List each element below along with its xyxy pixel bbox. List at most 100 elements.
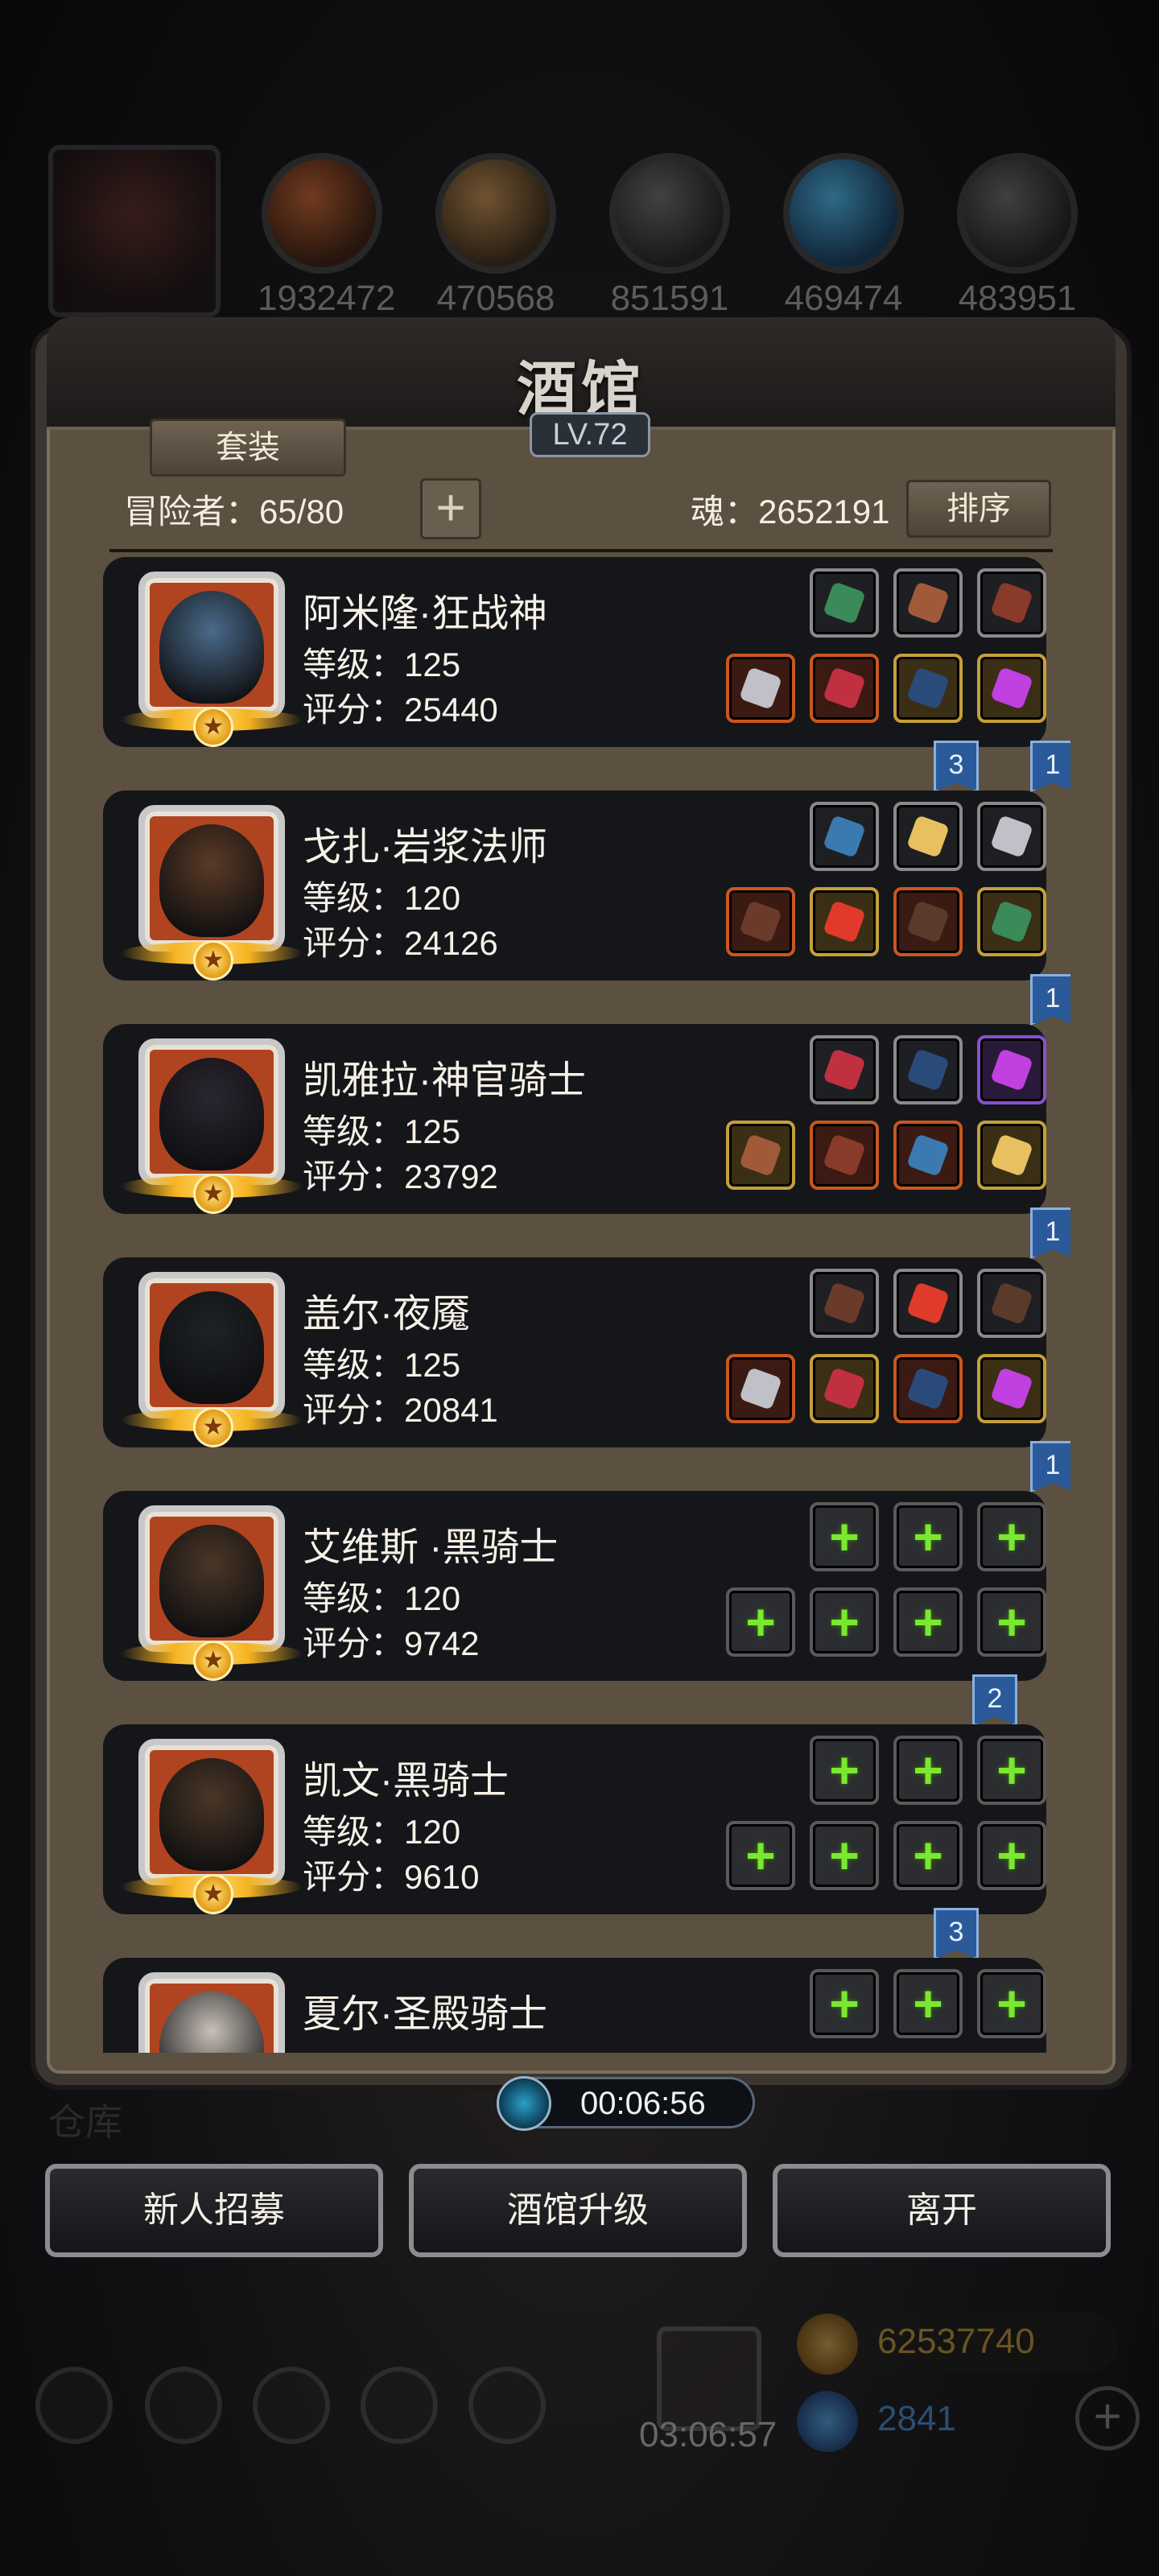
hero-portrait[interactable]: ★ [121, 1272, 303, 1447]
upgrade-tavern-button[interactable]: 酒馆升级 [409, 2164, 747, 2257]
hero-portrait[interactable]: ★ [138, 1972, 285, 2053]
hero-row[interactable]: ★ 凯雅拉·神官骑士 等级：125 评分：23792 [103, 1024, 1046, 1214]
hero-row[interactable]: ★ 夏尔·圣殿骑士 + + + [103, 1958, 1046, 2053]
empty-slot[interactable]: + [810, 1736, 879, 1805]
empty-slot[interactable]: + [810, 1821, 879, 1890]
equipment-slot[interactable] [893, 1121, 963, 1190]
empty-slot[interactable]: + [977, 1736, 1046, 1805]
empty-slot[interactable]: + [977, 1587, 1046, 1657]
count-ribbon-tag: 1 [1030, 1441, 1070, 1492]
chest-icon[interactable] [468, 2367, 546, 2444]
hero-level: 等级：120 [303, 1813, 461, 1851]
equipment-slot[interactable] [977, 654, 1046, 723]
item-icon [823, 1367, 866, 1410]
equipment-slot[interactable] [977, 568, 1046, 638]
item-icon [990, 1133, 1033, 1177]
equipment-slot[interactable] [810, 1121, 879, 1190]
item-icon [739, 1133, 782, 1177]
equipment-slot[interactable] [726, 887, 795, 956]
equipment-slot[interactable] [810, 568, 879, 638]
equipment-slot[interactable] [893, 887, 963, 956]
empty-slot[interactable]: + [810, 1502, 879, 1571]
hero-row[interactable]: ★ 戈扎·岩浆法师 等级：120 评分：24126 [103, 791, 1046, 980]
leave-button[interactable]: 离开 [773, 2164, 1111, 2257]
item-icon [990, 1282, 1033, 1325]
item-icon [906, 815, 950, 858]
hero-portrait[interactable]: ★ [121, 572, 303, 747]
equipment-slot[interactable] [977, 887, 1046, 956]
suit-button[interactable]: 套装 [150, 419, 346, 477]
hero-portrait[interactable]: ★ [121, 1739, 303, 1914]
empty-slot[interactable]: + [893, 1736, 963, 1805]
settings-icon[interactable] [35, 2367, 113, 2444]
equipment-slot[interactable] [893, 1269, 963, 1338]
mail-icon[interactable] [361, 2367, 438, 2444]
add-equipment-icon: + [996, 1741, 1027, 1799]
equipment-slot[interactable] [810, 1269, 879, 1338]
rank-star-icon: ★ [193, 940, 233, 980]
empty-slot[interactable]: + [893, 1969, 963, 2038]
item-icon [739, 1367, 782, 1410]
hero-face [159, 1525, 264, 1637]
resource-value: 1932472 [258, 279, 396, 318]
star-icon[interactable] [145, 2367, 222, 2444]
hero-name: 夏尔·圣殿骑士 [303, 1993, 547, 2036]
hero-portrait[interactable]: ★ [121, 805, 303, 980]
equipment-slot[interactable] [893, 1354, 963, 1423]
sort-button[interactable]: 排序 [906, 480, 1051, 538]
equipment-slot[interactable] [977, 802, 1046, 871]
hero-portrait[interactable]: ★ [121, 1505, 303, 1681]
empty-slot[interactable]: + [977, 1969, 1046, 2038]
empty-slot[interactable]: + [977, 1821, 1046, 1890]
equipment-slot[interactable] [810, 1035, 879, 1104]
hero-list[interactable]: ★ 阿米隆·狂战神 等级：125 评分：25440 3 1 ★ 戈扎·岩浆法师 等级：120 评分… [92, 557, 1070, 2053]
hero-face [159, 1992, 264, 2053]
empty-slot[interactable]: + [810, 1587, 879, 1657]
gift-timer: 03:06:57 [639, 2415, 777, 2454]
player-avatar[interactable] [48, 145, 221, 317]
equipment-slot[interactable] [810, 654, 879, 723]
equipment-slot[interactable] [893, 1035, 963, 1104]
equipment-slot[interactable] [893, 802, 963, 871]
hero-row[interactable]: ★ 凯文·黑骑士 等级：120 评分：9610 + + + + + + + [103, 1724, 1046, 1914]
hero-name: 戈扎·岩浆法师 [303, 826, 547, 869]
equipment-slot[interactable] [977, 1354, 1046, 1423]
equipment-slot[interactable] [977, 1035, 1046, 1104]
hero-name: 凯雅拉·神官骑士 [303, 1059, 586, 1102]
equipment-slot[interactable] [810, 887, 879, 956]
item-icon [906, 1133, 950, 1177]
add-equipment-icon: + [745, 1593, 776, 1651]
hero-name: 凯文·黑骑士 [303, 1760, 509, 1802]
equipment-slot[interactable] [977, 1269, 1046, 1338]
rank-star-icon: ★ [193, 1174, 233, 1214]
empty-slot[interactable]: + [810, 1969, 879, 2038]
item-icon [739, 667, 782, 710]
hero-row[interactable]: ★ 艾维斯 ·黑骑士 等级：120 评分：9742 + + + + + + + [103, 1491, 1046, 1681]
empty-slot[interactable]: + [893, 1502, 963, 1571]
hero-row[interactable]: ★ 盖尔·夜魇 等级：125 评分：20841 [103, 1257, 1046, 1447]
empty-slot[interactable]: + [726, 1821, 795, 1890]
resource-stone: 483951 [953, 153, 1082, 318]
equipment-slot[interactable] [893, 654, 963, 723]
stone-icon [957, 153, 1078, 274]
tavern-level-badge: LV.72 [530, 412, 650, 457]
empty-slot[interactable]: + [893, 1587, 963, 1657]
recruit-button[interactable]: 新人招募 [45, 2164, 383, 2257]
empty-slot[interactable]: + [893, 1821, 963, 1890]
equipment-slot[interactable] [726, 1354, 795, 1423]
add-gems-button[interactable]: + [1075, 2386, 1140, 2450]
hero-portrait[interactable]: ★ [121, 1038, 303, 1214]
hero-row[interactable]: ★ 阿米隆·狂战神 等级：125 评分：25440 [103, 557, 1046, 747]
add-adventurer-slot-button[interactable]: + [420, 478, 481, 539]
equipment-slot[interactable] [977, 1121, 1046, 1190]
equipment-slot[interactable] [893, 568, 963, 638]
equipment-slot[interactable] [810, 802, 879, 871]
empty-slot[interactable]: + [977, 1502, 1046, 1571]
empty-slot[interactable]: + [726, 1587, 795, 1657]
item-icon [906, 900, 950, 943]
equipment-slot[interactable] [726, 654, 795, 723]
castle-icon[interactable] [253, 2367, 330, 2444]
equipment-slot[interactable] [810, 1354, 879, 1423]
equipment-slot[interactable] [726, 1121, 795, 1190]
count-ribbon-tag: 3 [934, 1908, 979, 1959]
